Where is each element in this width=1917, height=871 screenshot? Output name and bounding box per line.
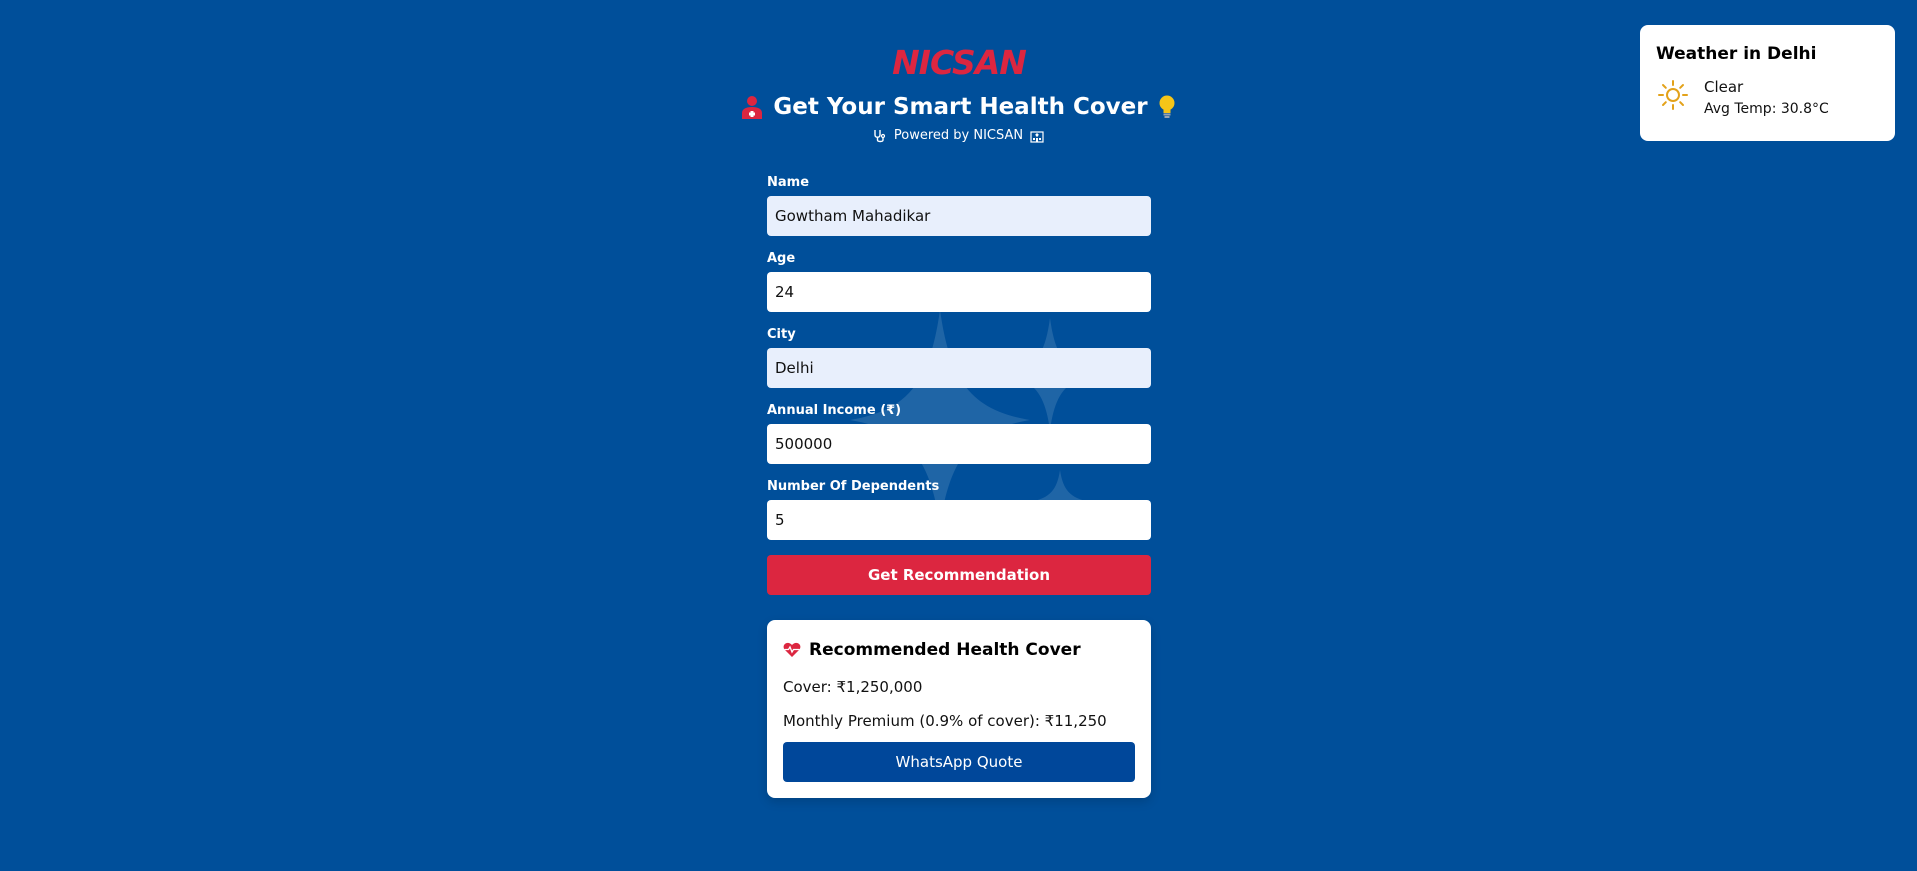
weather-title: Weather in Delhi — [1656, 44, 1817, 64]
income-label: Annual Income (₹) — [767, 403, 902, 418]
name-input[interactable] — [767, 196, 1151, 236]
city-label: City — [767, 327, 796, 342]
page-title: Get Your Smart Health Cover — [0, 94, 1917, 120]
subtitle-text: Powered by NICSAN — [893, 128, 1024, 143]
whatsapp-quote-button[interactable]: WhatsApp Quote — [783, 742, 1135, 782]
weather-card: Weather in Delhi Clear Avg Temp: 30.8°C — [1640, 25, 1895, 141]
doctor-icon — [742, 96, 763, 119]
heart-pulse-icon — [783, 642, 801, 657]
age-input[interactable] — [767, 272, 1151, 312]
weather-details: Clear Avg Temp: 30.8°C — [1656, 78, 1879, 117]
subtitle: Powered by NICSAN — [0, 128, 1917, 143]
income-input[interactable] — [767, 424, 1151, 464]
stethoscope-icon — [874, 129, 885, 142]
income-field-group: Annual Income (₹) — [767, 403, 1151, 464]
lightbulb-icon — [1159, 95, 1175, 118]
sun-icon — [1658, 80, 1688, 110]
recommendation-title: Recommended Health Cover — [783, 640, 1135, 660]
monthly-premium: Monthly Premium (0.9% of cover): ₹11,250 — [783, 712, 1107, 730]
nicsan-logo: NICSAN — [892, 44, 1027, 80]
get-recommendation-button[interactable]: Get Recommendation — [767, 555, 1151, 595]
dependents-input[interactable] — [767, 500, 1151, 540]
city-input[interactable] — [767, 348, 1151, 388]
recommendation-card: Recommended Health Cover Cover: ₹1,250,0… — [767, 620, 1151, 798]
page-header: NICSAN Get Your Smart Health Cover Power… — [0, 44, 1917, 143]
title-text: Get Your Smart Health Cover — [773, 94, 1148, 120]
hospital-icon — [1030, 130, 1044, 143]
weather-condition: Clear — [1704, 78, 1744, 96]
city-field-group: City — [767, 327, 1151, 388]
name-label: Name — [767, 175, 810, 190]
age-label: Age — [767, 251, 796, 266]
name-field-group: Name — [767, 175, 1151, 236]
cover-amount: Cover: ₹1,250,000 — [783, 678, 923, 696]
svg-text:NICSAN: NICSAN — [892, 44, 1026, 80]
weather-avg-temp: Avg Temp: 30.8°C — [1704, 101, 1829, 117]
recommendation-title-text: Recommended Health Cover — [809, 640, 1081, 660]
health-cover-form: Name Age City Annual Income (₹) Number O… — [767, 175, 1151, 798]
age-field-group: Age — [767, 251, 1151, 312]
dependents-field-group: Number Of Dependents — [767, 479, 1151, 540]
dependents-label: Number Of Dependents — [767, 479, 940, 494]
